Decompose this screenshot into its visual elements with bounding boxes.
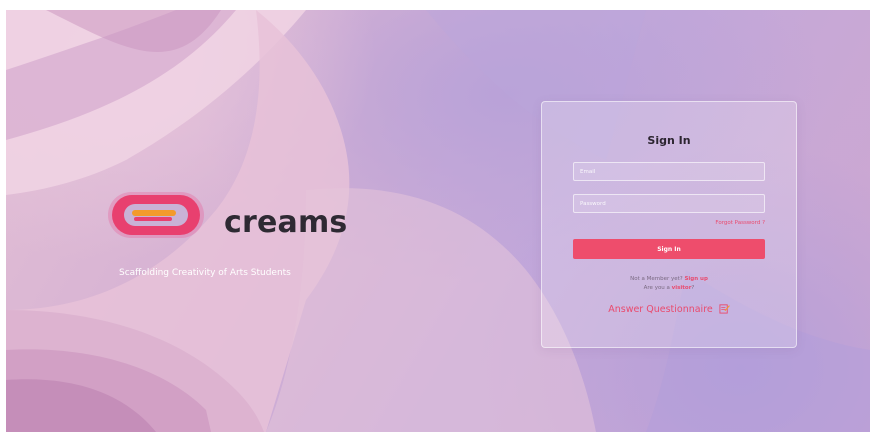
brand-tagline: Scaffolding Creativity of Arts Students (119, 268, 291, 278)
member-prompt-line: Not a Member yet? Sign up (542, 276, 796, 282)
questionnaire-label: Answer Questionnaire (608, 304, 713, 315)
visitor-suffix: ? (691, 285, 695, 291)
edit-note-icon (719, 304, 730, 314)
forgot-password-link[interactable]: Forgot Password ? (715, 220, 765, 226)
password-input[interactable] (573, 194, 765, 213)
member-prompt-text: Not a Member yet? (630, 276, 683, 282)
brand-name: creams (224, 205, 348, 240)
creams-logo-icon (108, 192, 204, 238)
signin-title: Sign In (647, 134, 691, 147)
email-input[interactable] (573, 162, 765, 181)
visitor-link[interactable]: visitor (672, 285, 692, 291)
signin-button[interactable]: Sign In (573, 239, 765, 259)
signup-link[interactable]: Sign up (684, 276, 707, 282)
answer-questionnaire-link[interactable]: Answer Questionnaire (542, 303, 796, 315)
visitor-prompt-text: Are you a (643, 285, 670, 291)
visitor-prompt-line: Are you a visitor? (542, 285, 796, 291)
signin-card: Sign In Forgot Password ? Sign In Not a … (541, 101, 797, 348)
